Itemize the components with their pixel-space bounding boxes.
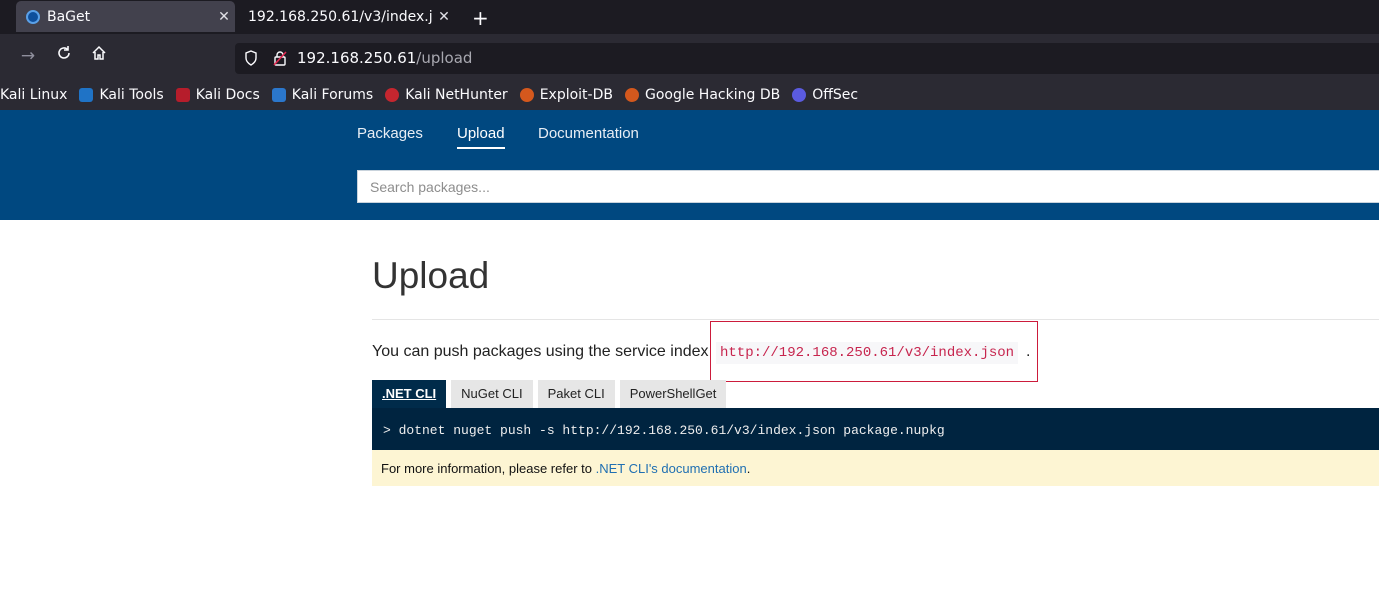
bookmark-kali-forums[interactable]: Kali Forums [271, 87, 373, 103]
nav-documentation[interactable]: Documentation [538, 125, 639, 142]
kali-docs-icon [175, 87, 190, 102]
bookmark-kali-linux[interactable]: Kali Linux [0, 87, 67, 103]
shield-icon[interactable] [244, 50, 258, 70]
bookmark-offsec[interactable]: OffSec [792, 87, 858, 103]
new-tab-button[interactable]: + [472, 6, 489, 30]
tab-title: BaGet [47, 8, 91, 25]
close-icon[interactable]: ✕ [433, 9, 455, 25]
browser-tab-bar: BaGet ✕ 192.168.250.61/v3/index.json ✕ + [0, 0, 1379, 34]
tab-paket-cli[interactable]: Paket CLI [537, 380, 615, 408]
tab-title: 192.168.250.61/v3/index.json [248, 8, 433, 25]
divider [372, 319, 1379, 320]
kali-forums-icon [271, 87, 286, 102]
forward-icon[interactable]: → [17, 45, 39, 67]
search-input[interactable] [357, 170, 1379, 203]
bookmark-kali-tools[interactable]: Kali Tools [79, 87, 164, 103]
bookmark-exploit-db[interactable]: Exploit-DB [519, 87, 613, 103]
kali-nethunter-icon [385, 87, 400, 102]
nav-upload[interactable]: Upload [457, 125, 505, 149]
page-title: Upload [372, 255, 490, 296]
client-tabs: .NET CLI NuGet CLI Paket CLI PowerShellG… [372, 380, 731, 408]
bookmarks-bar: Kali Linux Kali Tools Kali Docs Kali For… [0, 79, 1379, 110]
insecure-lock-icon[interactable] [273, 50, 287, 70]
kali-tools-icon [79, 87, 94, 102]
home-icon[interactable] [88, 45, 110, 67]
push-description: You can push packages using the service … [372, 343, 709, 360]
site-header [0, 110, 1379, 220]
bookmark-kali-docs[interactable]: Kali Docs [175, 87, 260, 103]
service-index-url: http://192.168.250.61/v3/index.json [716, 342, 1019, 364]
close-icon[interactable]: ✕ [213, 9, 235, 25]
sentence-period: . [1026, 343, 1031, 360]
tab-dotnet-cli[interactable]: .NET CLI [372, 380, 447, 408]
info-banner: For more information, please refer to .N… [372, 450, 1379, 486]
tab-index-json[interactable]: 192.168.250.61/v3/index.json ✕ [239, 1, 455, 32]
url-text[interactable]: 192.168.250.61/upload [297, 49, 472, 67]
bookmark-google-hacking-db[interactable]: Google Hacking DB [624, 87, 780, 103]
bookmark-kali-nethunter[interactable]: Kali NetHunter [385, 87, 508, 103]
nav-packages[interactable]: Packages [357, 125, 423, 142]
tab-baget[interactable]: BaGet ✕ [16, 1, 235, 32]
offsec-icon [792, 87, 807, 102]
tab-nuget-cli[interactable]: NuGet CLI [451, 380, 533, 408]
google-hacking-db-icon [624, 87, 639, 102]
dotnet-docs-link[interactable]: .NET CLI's documentation [596, 461, 747, 476]
reload-icon[interactable] [53, 45, 75, 67]
tab-powershellget[interactable]: PowerShellGet [619, 380, 727, 408]
push-command: > dotnet nuget push -s http://192.168.25… [372, 408, 1379, 450]
exploit-db-icon [519, 87, 534, 102]
baget-favicon-icon [26, 9, 40, 24]
